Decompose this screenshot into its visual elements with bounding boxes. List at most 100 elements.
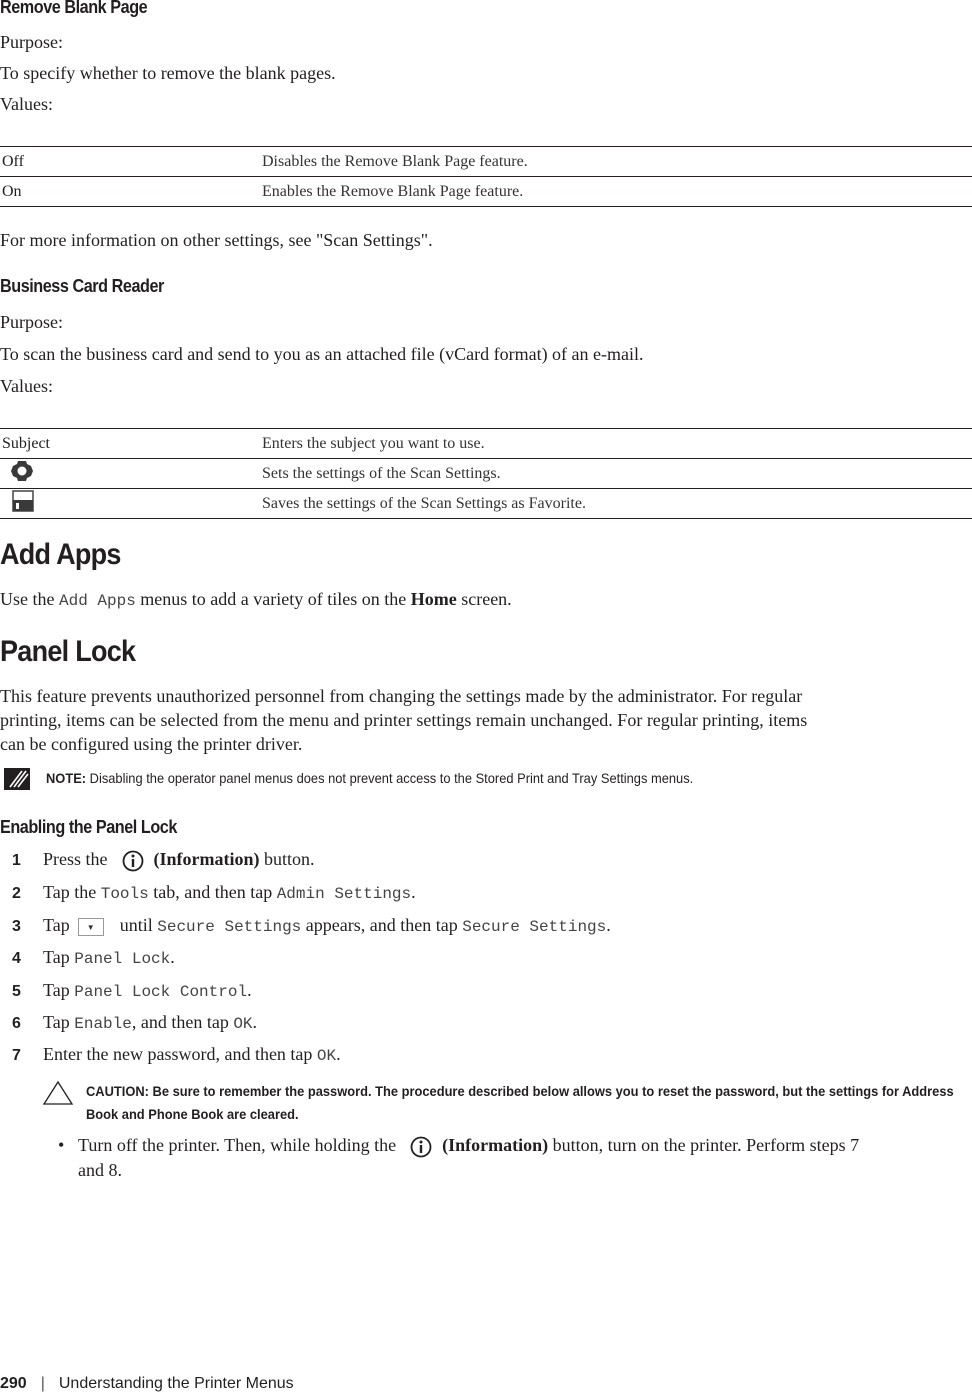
values-label: Values: [0, 94, 53, 114]
home-label: Home [410, 589, 457, 609]
step-number: 6 [12, 1015, 21, 1032]
text: . [247, 980, 252, 1000]
ui-term: Enable [74, 1015, 132, 1033]
purpose-text: To scan the business card and send to yo… [0, 344, 644, 364]
purpose-text: To specify whether to remove the blank p… [0, 63, 336, 83]
note-label: NOTE: [46, 770, 87, 786]
section-title-add-apps: Add Apps [0, 538, 121, 571]
step-number: 4 [12, 950, 21, 967]
value-key: Off [0, 146, 260, 177]
ui-term: Panel Lock Control [74, 983, 248, 1001]
step-number: 7 [12, 1047, 21, 1064]
value-key-icon [0, 458, 260, 489]
save-icon [12, 490, 34, 517]
step-2: 2 Tap the Tools tab, and then tap Admin S… [12, 882, 416, 903]
step-number: 3 [12, 918, 21, 935]
information-label: (Information) [442, 1135, 549, 1155]
step-6: 6 Tap Enable, and then tap OK. [12, 1012, 257, 1033]
purpose-label: Purpose: [0, 312, 63, 332]
note-pencil-icon [4, 768, 30, 795]
caution-text: Be sure to remember the password. The pr… [86, 1083, 954, 1122]
text: Turn off the printer. Then, while holdin… [78, 1135, 397, 1155]
caution: CAUTION: Be sure to remember the passwor… [86, 1080, 960, 1126]
text: . [252, 1012, 258, 1032]
values-table-remove-blank: Off Disables the Remove Blank Page featu… [0, 146, 972, 207]
purpose-label: Purpose: [0, 32, 63, 52]
text: Tap [43, 1012, 75, 1032]
ui-term: Admin Settings [276, 885, 412, 903]
text: . [411, 882, 416, 902]
text: Press the [43, 849, 108, 869]
note-text: Disabling the operator panel menus does … [86, 770, 694, 786]
table-row: On Enables the Remove Blank Page feature… [0, 176, 972, 207]
step-4: 4 Tap Panel Lock. [12, 947, 175, 968]
step-number: 2 [12, 885, 21, 902]
step-number: 5 [12, 983, 21, 1000]
text: button. [259, 849, 315, 869]
caution-label: CAUTION: [86, 1083, 149, 1099]
footer-separator: | [40, 1375, 45, 1392]
dropdown-arrow-icon: ▼ [77, 917, 104, 936]
value-desc: Enters the subject you want to use. [260, 428, 972, 459]
panel-lock-para-line: This feature prevents unauthorized perso… [0, 686, 803, 706]
text: Tap [43, 980, 75, 1000]
text: tab, and then tap [148, 882, 277, 902]
text: screen. [456, 589, 512, 609]
information-label: (Information) [153, 849, 260, 869]
step-7: 7 Enter the new password, and then tap OK… [12, 1044, 341, 1065]
bullet-text-line: Turn off the printer. Then, while holdin… [78, 1133, 859, 1158]
value-desc: Disables the Remove Blank Page feature. [260, 146, 972, 177]
section-title-panel-lock: Panel Lock [0, 635, 136, 668]
values-table-business-card: Subject Enters the subject you want to u… [0, 428, 972, 519]
text: appears, and then tap [301, 915, 463, 935]
step-3: 3 Tap ▼ until Secure Settings appears, and … [12, 915, 611, 936]
value-desc: Sets the settings of the Scan Settings. [260, 458, 972, 489]
text: , and then tap [131, 1012, 234, 1032]
text: Use the [0, 589, 59, 609]
step-number: 1 [12, 852, 21, 869]
gear-icon [10, 460, 34, 487]
text: Tap the [43, 882, 101, 902]
subsection-title-enabling-panel-lock: Enabling the Panel Lock [0, 817, 177, 837]
bullet-text-line: and 8. [78, 1160, 122, 1180]
values-label: Values: [0, 376, 53, 396]
ui-term: Secure Settings [462, 918, 607, 936]
text: . [606, 915, 611, 935]
text: button, turn on the printer. Perform ste… [548, 1135, 860, 1155]
ui-term: Tools [100, 885, 149, 903]
value-desc: Saves the settings of the Scan Settings … [260, 488, 972, 519]
value-desc: Enables the Remove Blank Page feature. [260, 176, 972, 207]
step-5: 5 Tap Panel Lock Control. [12, 980, 252, 1001]
ui-term: OK [233, 1015, 253, 1033]
info-icon [410, 1136, 432, 1158]
caution-triangle-icon [42, 1080, 74, 1111]
text: . [336, 1044, 341, 1064]
more-info-text: For more information on other settings, … [0, 230, 433, 250]
text: . [170, 947, 175, 967]
note: NOTE: Disabling the operator panel menus… [46, 770, 693, 786]
table-row: Sets the settings of the Scan Settings. [0, 458, 972, 489]
section-title-business-card-reader: Business Card Reader [0, 276, 164, 296]
value-key: Subject [0, 428, 260, 459]
value-key-icon [0, 488, 260, 519]
text: until [119, 915, 158, 935]
bullet-marker: • [58, 1135, 65, 1155]
table-row: Off Disables the Remove Blank Page featu… [0, 146, 972, 177]
ui-term: Panel Lock [74, 950, 171, 968]
add-apps-text: Use the Add Apps menus to add a variety … [0, 587, 512, 613]
ui-term: OK [316, 1047, 337, 1065]
page-number: 290 [0, 1375, 27, 1392]
table-row: Subject Enters the subject you want to u… [0, 428, 972, 459]
ui-term: Secure Settings [157, 918, 302, 936]
panel-lock-para-line: can be configured using the printer driv… [0, 734, 303, 754]
panel-lock-para-line: printing, items can be selected from the… [0, 710, 808, 730]
step-1: 1 Press the (Information) button. [12, 849, 315, 872]
table-row: Saves the settings of the Scan Settings … [0, 488, 972, 519]
text: menus to add a variety of tiles on the [135, 589, 411, 609]
menu-name: Add Apps [58, 592, 136, 610]
chapter-title: Understanding the Printer Menus [58, 1375, 294, 1392]
section-title-remove-blank-page: Remove Blank Page [0, 0, 148, 17]
info-icon [122, 850, 144, 872]
text: Enter the new password, and then tap [43, 1044, 317, 1064]
value-key: On [0, 176, 260, 207]
